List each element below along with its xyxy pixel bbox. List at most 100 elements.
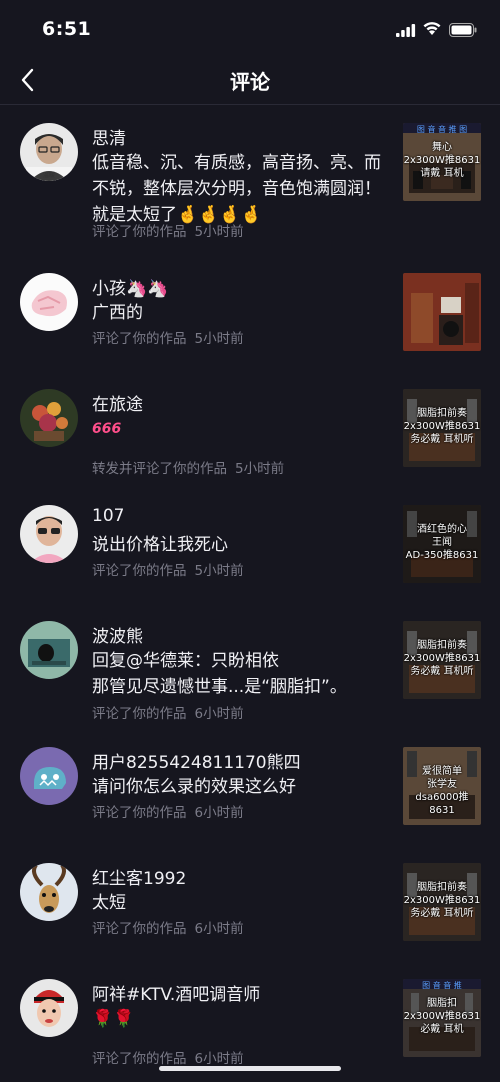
commenter-name[interactable]: 波波熊 bbox=[92, 622, 143, 647]
avatar[interactable] bbox=[20, 621, 78, 679]
nav-bar: 评论 bbox=[0, 56, 500, 105]
comment-time: 6小时前 bbox=[194, 921, 244, 937]
comment-action: 评论了你的作品 bbox=[92, 224, 187, 240]
comment-action: 转发并评论了你的作品 bbox=[92, 461, 227, 477]
comment-time: 6小时前 bbox=[194, 805, 244, 821]
thumbnail-caption: 爱很简单 张学友 dsa6000推8631 bbox=[403, 765, 481, 817]
comment-row[interactable]: 在旅途 666 转发并评论了你的作品 5小时前 胭脂扣前奏 2x300W推8631… bbox=[0, 372, 500, 477]
comment-text: 广西的 bbox=[92, 303, 143, 323]
video-thumbnail[interactable]: 爱很简单 张学友 dsa6000推8631 bbox=[403, 747, 481, 825]
comment-row[interactable]: 温暖 思清 低音稳、沉、有质感，高音扬、亮、而不锐，整体层次分明，音色饱满圆润！… bbox=[0, 106, 500, 240]
thumbnail-line: dsa6000推8631 bbox=[415, 792, 469, 816]
thumbnail-line: 舞心 bbox=[432, 142, 452, 153]
commenter-name[interactable]: 用户8255424811170熊四 bbox=[92, 748, 301, 773]
comment-meta: 评论了你的作品 5小时前 bbox=[92, 220, 244, 240]
comment-meta: 评论了你的作品 5小时前 bbox=[92, 559, 244, 579]
avatar-watermark: 温暖 bbox=[43, 171, 55, 179]
status-bar: 6:51 bbox=[0, 0, 500, 56]
comment-action: 评论了你的作品 bbox=[92, 331, 187, 347]
avatar[interactable]: 温暖 bbox=[20, 123, 78, 181]
comment-meta: 评论了你的作品 6小时前 bbox=[92, 801, 244, 821]
comment-action: 评论了你的作品 bbox=[92, 805, 187, 821]
avatar[interactable] bbox=[20, 389, 78, 447]
comment-meta: 转发并评论了你的作品 5小时前 bbox=[92, 457, 284, 477]
thumbnail-line: 爱很简单 bbox=[422, 766, 462, 777]
video-thumbnail[interactable]: 图 音 音 推 胭脂扣 2x300W推8631 必戴 耳机 bbox=[403, 979, 481, 1057]
thumbnail-line: 务必戴 耳机听 bbox=[410, 666, 474, 677]
thumbnail-line: 胭脂扣前奏 bbox=[417, 882, 467, 893]
comment-time: 5小时前 bbox=[194, 224, 244, 240]
thumbnail-caption: 胭脂扣前奏 2x300W推8631 务必戴 耳机听 bbox=[403, 407, 481, 446]
comment-meta: 评论了你的作品 6小时前 bbox=[92, 1047, 244, 1067]
commenter-name[interactable]: 107 bbox=[92, 506, 124, 526]
comment-time: 5小时前 bbox=[194, 331, 244, 347]
commenter-name[interactable]: 红尘客1992 bbox=[92, 864, 186, 889]
home-indicator[interactable] bbox=[159, 1066, 341, 1071]
wifi-icon bbox=[423, 22, 441, 35]
thumbnail-caption: 胭脂扣 2x300W推8631 必戴 耳机 bbox=[403, 997, 481, 1036]
thumbnail-line: 必戴 耳机 bbox=[420, 1024, 464, 1035]
comment-action: 评论了你的作品 bbox=[92, 921, 187, 937]
thumbnail-line: 胭脂扣前奏 bbox=[417, 408, 467, 419]
thumbnail-line: 2x300W推8631 bbox=[403, 421, 481, 432]
video-thumbnail[interactable]: 酒红色的心 王闻 AD-350推8631 bbox=[403, 505, 481, 583]
thumbnail-line: 2x300W推8631 bbox=[403, 1011, 481, 1022]
video-thumbnail[interactable]: 胭脂扣前奏 2x300W推8631 务必戴 耳机听 bbox=[403, 621, 481, 699]
comment-meta: 评论了你的作品 6小时前 bbox=[92, 917, 244, 937]
commenter-name[interactable]: 阿祥#KTV.酒吧调音师 bbox=[92, 980, 260, 1005]
thumbnail-line: 2x300W推8631 bbox=[403, 895, 481, 906]
thumbnail-banner: 图 音 音 推 bbox=[422, 981, 462, 990]
comment-row[interactable]: 阿祥#KTV.酒吧调音师 🌹🌹 评论了你的作品 6小时前 图 音 音 推 胭脂扣 … bbox=[0, 962, 500, 1067]
thumbnail-caption: 舞心 2x300W推8631 请戴 耳机 bbox=[403, 141, 481, 180]
comment-row[interactable]: 红尘客1992 太短 评论了你的作品 6小时前 胭脂扣前奏 2x300W推8631… bbox=[0, 846, 500, 946]
comment-text: 太短 bbox=[92, 893, 126, 913]
comment-time: 6小时前 bbox=[194, 706, 244, 722]
comment-action: 评论了你的作品 bbox=[92, 1051, 187, 1067]
thumbnail-line: 请戴 耳机 bbox=[420, 168, 464, 179]
thumbnail-line: 2x300W推8631 bbox=[403, 653, 481, 664]
comment-action: 评论了你的作品 bbox=[92, 706, 187, 722]
commenter-name[interactable]: 思清 bbox=[92, 124, 126, 149]
comment-time: 5小时前 bbox=[235, 461, 285, 477]
video-thumbnail[interactable]: 胭脂扣前奏 2x300W推8631 务必戴 耳机听 bbox=[403, 389, 481, 467]
thumbnail-line: 酒红色的心 bbox=[417, 524, 467, 535]
avatar[interactable] bbox=[20, 863, 78, 921]
thumbnail-line: 务必戴 耳机听 bbox=[410, 908, 474, 919]
comment-text: 说出价格让我死心 bbox=[92, 535, 228, 555]
comment-text: 低音稳、沉、有质感，高音扬、亮、而不锐，整体层次分明，音色饱满圆润！就是太短了🤞… bbox=[92, 153, 381, 225]
thumbnail-line: 张学友 bbox=[427, 779, 457, 790]
comment-row[interactable]: 波波熊 回复@华德莱：只盼相依 那管见尽遗憾世事...是“胭脂扣”。 评论了你的… bbox=[0, 604, 500, 724]
comment-time: 5小时前 bbox=[194, 563, 244, 579]
battery-icon bbox=[449, 23, 477, 37]
comment-text: 回复@华德莱：只盼相依 那管见尽遗憾世事...是“胭脂扣”。 bbox=[92, 651, 347, 697]
avatar[interactable] bbox=[20, 505, 78, 563]
avatar[interactable] bbox=[20, 979, 78, 1037]
comment-meta: 评论了你的作品 6小时前 bbox=[92, 702, 244, 722]
comment-text: 666 bbox=[92, 421, 122, 437]
thumbnail-banner: 图 音 音 推 图 bbox=[416, 125, 468, 134]
comment-action: 评论了你的作品 bbox=[92, 563, 187, 579]
thumbnail-line: 胭脂扣 bbox=[427, 998, 457, 1009]
comment-time: 6小时前 bbox=[194, 1051, 244, 1067]
avatar[interactable] bbox=[20, 747, 78, 805]
video-thumbnail[interactable]: 胭脂扣前奏 2x300W推8631 务必戴 耳机听 bbox=[403, 863, 481, 941]
thumbnail-caption: 胭脂扣前奏 2x300W推8631 务必戴 耳机听 bbox=[403, 881, 481, 920]
comment-row[interactable]: 107 说出价格让我死心 评论了你的作品 5小时前 酒红色的心 王闻 AD-350… bbox=[0, 488, 500, 588]
thumbnail-line: 王闻 bbox=[432, 537, 452, 548]
page-title: 评论 bbox=[230, 70, 270, 94]
comment-row[interactable]: 小孩🦄🦄 广西的 评论了你的作品 5小时前 bbox=[0, 256, 500, 356]
avatar[interactable] bbox=[20, 273, 78, 331]
video-thumbnail[interactable]: 图 音 音 推 图 舞心 2x300W推8631 请戴 耳机 bbox=[403, 123, 481, 201]
thumbnail-caption: 胭脂扣前奏 2x300W推8631 务必戴 耳机听 bbox=[403, 639, 481, 678]
comment-meta: 评论了你的作品 5小时前 bbox=[92, 327, 244, 347]
comment-row[interactable]: 用户8255424811170熊四 请问你怎么录的效果这么好 评论了你的作品 6小… bbox=[0, 730, 500, 830]
commenter-name[interactable]: 小孩🦄🦄 bbox=[92, 274, 168, 299]
thumbnail-line: 胭脂扣前奏 bbox=[417, 640, 467, 651]
thumbnail-caption: 酒红色的心 王闻 AD-350推8631 bbox=[403, 523, 481, 562]
status-time: 6:51 bbox=[42, 18, 92, 40]
thumbnail-line: 务必戴 耳机听 bbox=[410, 434, 474, 445]
comment-text: 🌹🌹 bbox=[92, 1009, 135, 1029]
video-thumbnail[interactable] bbox=[403, 273, 481, 351]
commenter-name[interactable]: 在旅途 bbox=[92, 390, 143, 415]
comment-text: 请问你怎么录的效果这么好 bbox=[92, 777, 296, 797]
